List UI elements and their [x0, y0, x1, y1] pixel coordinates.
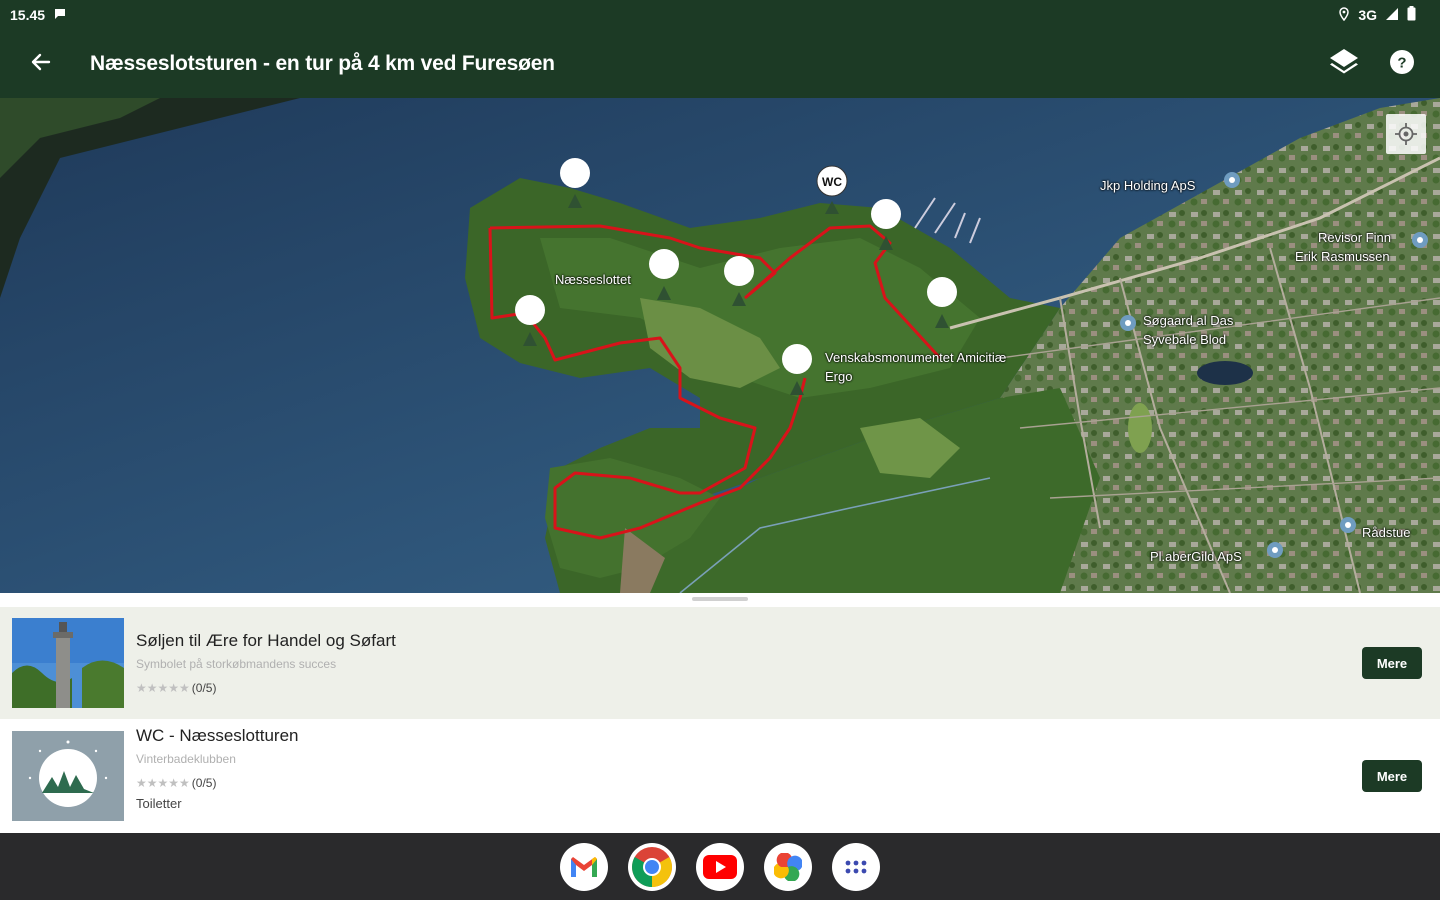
- map-label-sognehus-2: Syvebale Blod: [1143, 332, 1227, 347]
- map-label-jkp: Jkp Holding ApS: [1100, 178, 1196, 193]
- more-button[interactable]: Mere: [1362, 647, 1422, 679]
- poi-marker-icon[interactable]: [1224, 172, 1240, 188]
- layers-icon: [1328, 46, 1360, 83]
- poi-bottom-sheet: Søljen til Ære for Handel og Søfart Symb…: [0, 593, 1440, 833]
- map-label-rasmussen-1: Revisor Finn: [1318, 230, 1391, 245]
- signal-icon: [1385, 7, 1399, 24]
- star-rating-icon: ★★★★★: [136, 776, 190, 790]
- app-drawer-icon[interactable]: [832, 842, 880, 891]
- layers-button[interactable]: [1324, 44, 1364, 84]
- star-rating-icon: ★★★★★: [136, 681, 190, 695]
- svg-text:?: ?: [1397, 54, 1406, 71]
- back-button[interactable]: [20, 44, 60, 84]
- status-bar: 15.45 3G: [0, 0, 1440, 30]
- satellite-map[interactable]: WC Næsseslottet Venskabsmonumentet Amici…: [0, 98, 1440, 593]
- chrome-icon[interactable]: [628, 842, 676, 891]
- poi-rating: ★★★★★ (0/5): [136, 776, 298, 790]
- battery-icon: [1407, 6, 1416, 24]
- map-label-monument: Venskabsmonumentet Amicitiæ: [825, 350, 1007, 365]
- help-button[interactable]: ?: [1382, 44, 1422, 84]
- poi-thumbnail: [12, 731, 124, 821]
- poi-title: Søljen til Ære for Handel og Søfart: [136, 631, 396, 650]
- page-title: Næsseslotsturen - en tur på 4 km ved Fur…: [90, 52, 555, 75]
- map-label-monument-2: Ergo: [825, 369, 853, 384]
- network-type: 3G: [1358, 7, 1377, 23]
- map-label-raadhus: Rådstue: [1362, 525, 1411, 540]
- poi-thumbnail: [12, 618, 124, 708]
- photos-icon[interactable]: [764, 842, 812, 891]
- app-bar: Næsseslotsturen - en tur på 4 km ved Fur…: [0, 30, 1440, 98]
- gmail-icon[interactable]: [560, 842, 608, 891]
- poi-category: Toiletter: [136, 796, 182, 811]
- poi-rating-value: (0/5): [191, 776, 217, 790]
- drag-handle[interactable]: [692, 597, 748, 601]
- map-label-sognehus-1: Søgaard al Das: [1143, 313, 1234, 328]
- crosshair-icon: [1394, 122, 1418, 146]
- map-label-rasmussen-2: Erik Rasmussen: [1295, 249, 1390, 264]
- map-label-consult: Pl.aberGild ApS: [1150, 549, 1242, 564]
- poi-title: WC - Næsseslotturen: [136, 726, 299, 745]
- svg-text:WC: WC: [822, 175, 842, 189]
- poi-subtitle: Symbolet på storkøbmandens succes: [136, 657, 337, 671]
- message-icon: [53, 7, 67, 24]
- youtube-icon[interactable]: [696, 842, 744, 891]
- poi-subtitle: Vinterbadeklubben: [136, 752, 236, 766]
- my-location-button[interactable]: [1386, 114, 1426, 154]
- taskbar: [0, 833, 1440, 900]
- status-time: 15.45: [10, 7, 46, 23]
- back-arrow-icon: [29, 51, 51, 78]
- poi-rating-value: (0/5): [191, 681, 217, 695]
- poi-list-item[interactable]: Søljen til Ære for Handel og Søfart Symb…: [0, 607, 1440, 719]
- poi-marker-icon[interactable]: [1412, 232, 1428, 248]
- help-icon: ?: [1389, 49, 1415, 80]
- poi-marker-icon[interactable]: [1120, 315, 1136, 331]
- location-icon: [1338, 6, 1350, 24]
- poi-list-item[interactable]: WC - Næsseslotturen Vinterbadeklubben ★★…: [0, 720, 1440, 832]
- poi-marker-icon[interactable]: [1267, 542, 1283, 558]
- poi-rating: ★★★★★ (0/5): [136, 681, 396, 695]
- more-button[interactable]: Mere: [1362, 760, 1422, 792]
- poi-marker-icon[interactable]: [1340, 517, 1356, 533]
- map-label-naesseslottet: Næsseslottet: [555, 272, 631, 287]
